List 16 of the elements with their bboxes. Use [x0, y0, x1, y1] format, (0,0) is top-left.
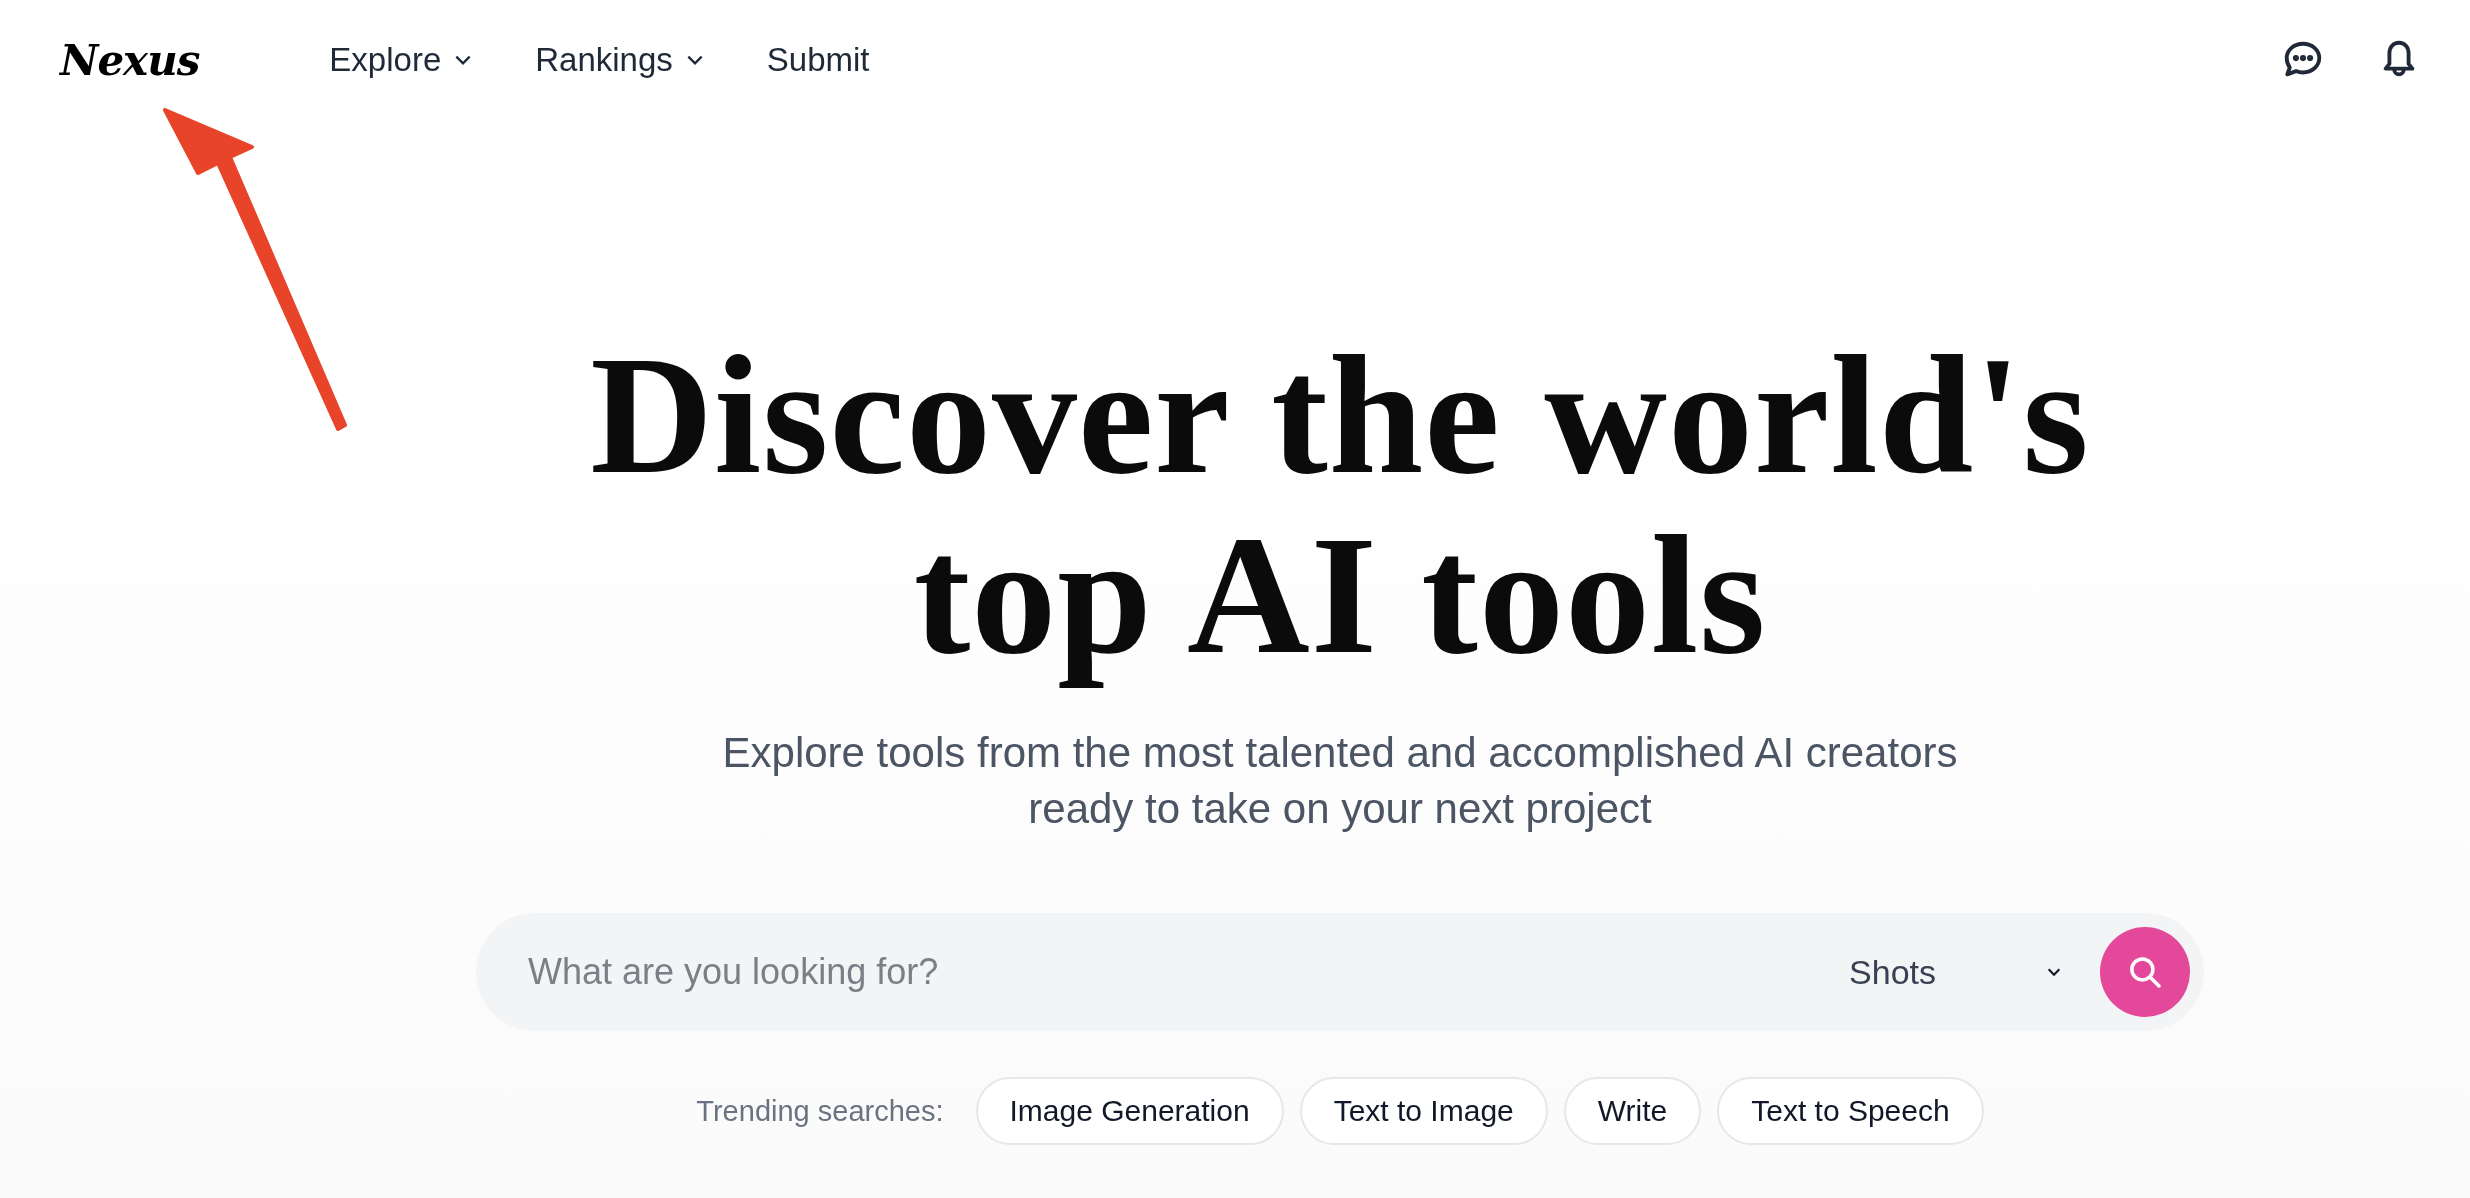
headline: Discover the world's: [590, 325, 2090, 505]
search-bar[interactable]: What are you looking for? Shots: [476, 913, 2204, 1031]
chevron-down-icon: [2046, 966, 2062, 978]
trending-chip[interactable]: Image Generation: [975, 1077, 1284, 1145]
nav-link[interactable]: Explore: [329, 41, 474, 79]
search-button[interactable]: [2100, 927, 2190, 1017]
trending-chip[interactable]: Text to Speech: [1717, 1077, 1984, 1145]
nav-link[interactable]: Submit: [766, 41, 870, 79]
trending-chip[interactable]: Text to Image: [1299, 1077, 1548, 1145]
trending-label: Trending searches:: [696, 1094, 944, 1128]
trending-chip[interactable]: Write: [1563, 1077, 1702, 1145]
category-dropdown[interactable]: Shots: [1849, 952, 2062, 992]
logo[interactable]: Nexus: [60, 35, 200, 85]
nav-link[interactable]: Rankings: [535, 41, 705, 79]
subtitle: ready to take on your next project: [1027, 784, 1653, 834]
subtitle: Explore tools from the most talented and accomplished AI creators: [722, 728, 1958, 778]
